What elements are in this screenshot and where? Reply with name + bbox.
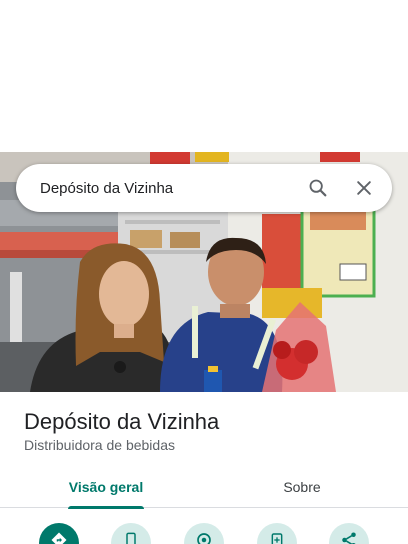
search-icon — [309, 179, 327, 197]
top-blank-area — [0, 0, 408, 152]
tab-overview[interactable]: Visão geral — [50, 466, 162, 509]
tab-bar: Visão geral Sobre — [0, 466, 408, 509]
place-category[interactable]: Distribuidora de bebidas — [24, 437, 175, 453]
phone-icon — [126, 532, 136, 544]
add-photo-icon — [271, 533, 283, 544]
directions-button[interactable] — [39, 523, 79, 544]
location-button[interactable] — [184, 523, 224, 544]
close-icon — [357, 181, 371, 195]
tab-about[interactable]: Sobre — [246, 466, 358, 508]
directions-icon — [51, 532, 67, 544]
place-title: Depósito da Vizinha — [24, 409, 220, 434]
action-buttons — [0, 520, 408, 544]
share-icon — [342, 532, 356, 544]
location-icon — [197, 533, 211, 544]
add-photo-button[interactable] — [257, 523, 297, 544]
share-button[interactable] — [329, 523, 369, 544]
call-button[interactable] — [111, 523, 151, 544]
search-button[interactable] — [298, 168, 338, 208]
close-button[interactable] — [344, 168, 384, 208]
search-input[interactable]: Depósito da Vizinha — [40, 180, 298, 197]
search-bar[interactable]: Depósito da Vizinha — [16, 164, 392, 212]
